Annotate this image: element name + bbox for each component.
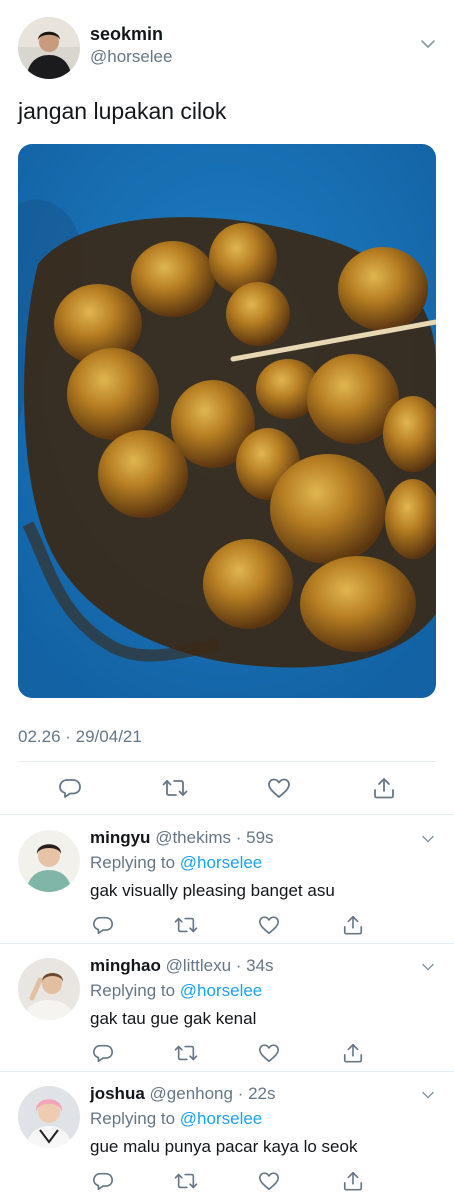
heart-icon	[259, 1172, 279, 1191]
share-icon	[343, 1171, 363, 1191]
reply-separator: ·	[232, 1084, 249, 1103]
main-tweet: seokmin @horselee jangan lupakan cilok 0…	[0, 0, 454, 815]
replying-to-label: Replying to	[90, 853, 176, 872]
replying-to-label: Replying to	[90, 981, 176, 1000]
tweet-timestamp: 02.26 · 29/04/21	[18, 727, 142, 746]
retweet-button[interactable]	[173, 1040, 199, 1066]
share-button[interactable]	[340, 912, 366, 938]
tweet-actions	[0, 775, 454, 801]
share-button[interactable]	[371, 775, 397, 801]
reply-time: 59s	[246, 828, 274, 847]
share-button[interactable]	[340, 1040, 366, 1066]
share-button[interactable]	[340, 1168, 366, 1194]
reply-tweet[interactable]: mingyu @thekims · 59s Replying to @horse…	[0, 816, 454, 944]
reply-avatar[interactable]	[18, 830, 80, 892]
reply-tweet[interactable]: minghao @littlexu · 34s Replying to @hor…	[0, 944, 454, 1072]
reply-tweet[interactable]: joshua @genhong · 22s Replying to @horse…	[0, 1072, 454, 1200]
retweet-icon	[174, 1045, 198, 1061]
replying-to-mention[interactable]: @horselee	[180, 853, 262, 872]
author-handle[interactable]: @horselee	[90, 47, 172, 67]
reply-text: gak visually pleasing banget asu	[90, 881, 335, 900]
reply-author-handle[interactable]: @genhong	[150, 1084, 233, 1103]
reply-avatar[interactable]	[18, 1086, 80, 1148]
chevron-down-icon[interactable]	[421, 834, 435, 844]
reply-button[interactable]	[90, 1168, 116, 1194]
heart-icon	[259, 1044, 279, 1063]
share-icon	[343, 1043, 363, 1063]
speech-bubble-icon	[93, 1044, 113, 1063]
retweet-button[interactable]	[173, 1168, 199, 1194]
retweet-button[interactable]	[173, 912, 199, 938]
reply-author-name[interactable]: minghao	[90, 956, 161, 975]
replying-to-label: Replying to	[90, 1109, 176, 1128]
reply-time: 34s	[246, 956, 274, 975]
divider	[18, 761, 436, 762]
heart-icon	[259, 916, 279, 935]
like-button[interactable]	[256, 1040, 282, 1066]
reply-actions	[0, 1040, 454, 1066]
reply-actions	[0, 912, 454, 938]
like-button[interactable]	[266, 775, 292, 801]
reply-button[interactable]	[57, 775, 83, 801]
retweet-button[interactable]	[162, 775, 188, 801]
speech-bubble-icon	[93, 916, 113, 935]
reply-separator: ·	[231, 956, 247, 975]
reply-header: mingyu @thekims · 59s	[90, 828, 274, 848]
replying-to: Replying to @horselee	[90, 981, 262, 1001]
author-name[interactable]: seokmin	[90, 24, 163, 45]
retweet-icon	[174, 917, 198, 933]
like-button[interactable]	[256, 912, 282, 938]
reply-button[interactable]	[90, 912, 116, 938]
reply-header: minghao @littlexu · 34s	[90, 956, 274, 976]
share-icon	[343, 915, 363, 935]
author-avatar[interactable]	[18, 17, 80, 79]
tweet-photo[interactable]	[18, 144, 436, 698]
reply-separator: ·	[231, 828, 247, 847]
reply-time: 22s	[248, 1084, 276, 1103]
heart-icon	[268, 778, 290, 798]
replying-to: Replying to @horselee	[90, 1109, 262, 1129]
chevron-down-icon[interactable]	[421, 1090, 435, 1100]
reply-actions	[0, 1168, 454, 1194]
reply-author-name[interactable]: joshua	[90, 1084, 145, 1103]
reply-author-handle[interactable]: @littlexu	[166, 956, 231, 975]
reply-author-name[interactable]: mingyu	[90, 828, 150, 847]
like-button[interactable]	[256, 1168, 282, 1194]
reply-avatar[interactable]	[18, 958, 80, 1020]
reply-author-handle[interactable]: @thekims	[155, 828, 231, 847]
chevron-down-icon[interactable]	[421, 962, 435, 972]
retweet-icon	[174, 1173, 198, 1189]
chevron-down-icon[interactable]	[420, 38, 436, 50]
share-icon	[374, 778, 394, 799]
replying-to: Replying to @horselee	[90, 853, 262, 873]
replying-to-mention[interactable]: @horselee	[180, 1109, 262, 1128]
reply-button[interactable]	[90, 1040, 116, 1066]
reply-text: gak tau gue gak kenal	[90, 1009, 257, 1028]
replying-to-mention[interactable]: @horselee	[180, 981, 262, 1000]
reply-text: gue malu punya pacar kaya lo seok	[90, 1137, 358, 1156]
reply-header: joshua @genhong · 22s	[90, 1084, 276, 1104]
retweet-icon	[162, 780, 188, 796]
speech-bubble-icon	[59, 779, 81, 798]
speech-bubble-icon	[93, 1172, 113, 1191]
tweet-text: jangan lupakan cilok	[18, 98, 227, 124]
